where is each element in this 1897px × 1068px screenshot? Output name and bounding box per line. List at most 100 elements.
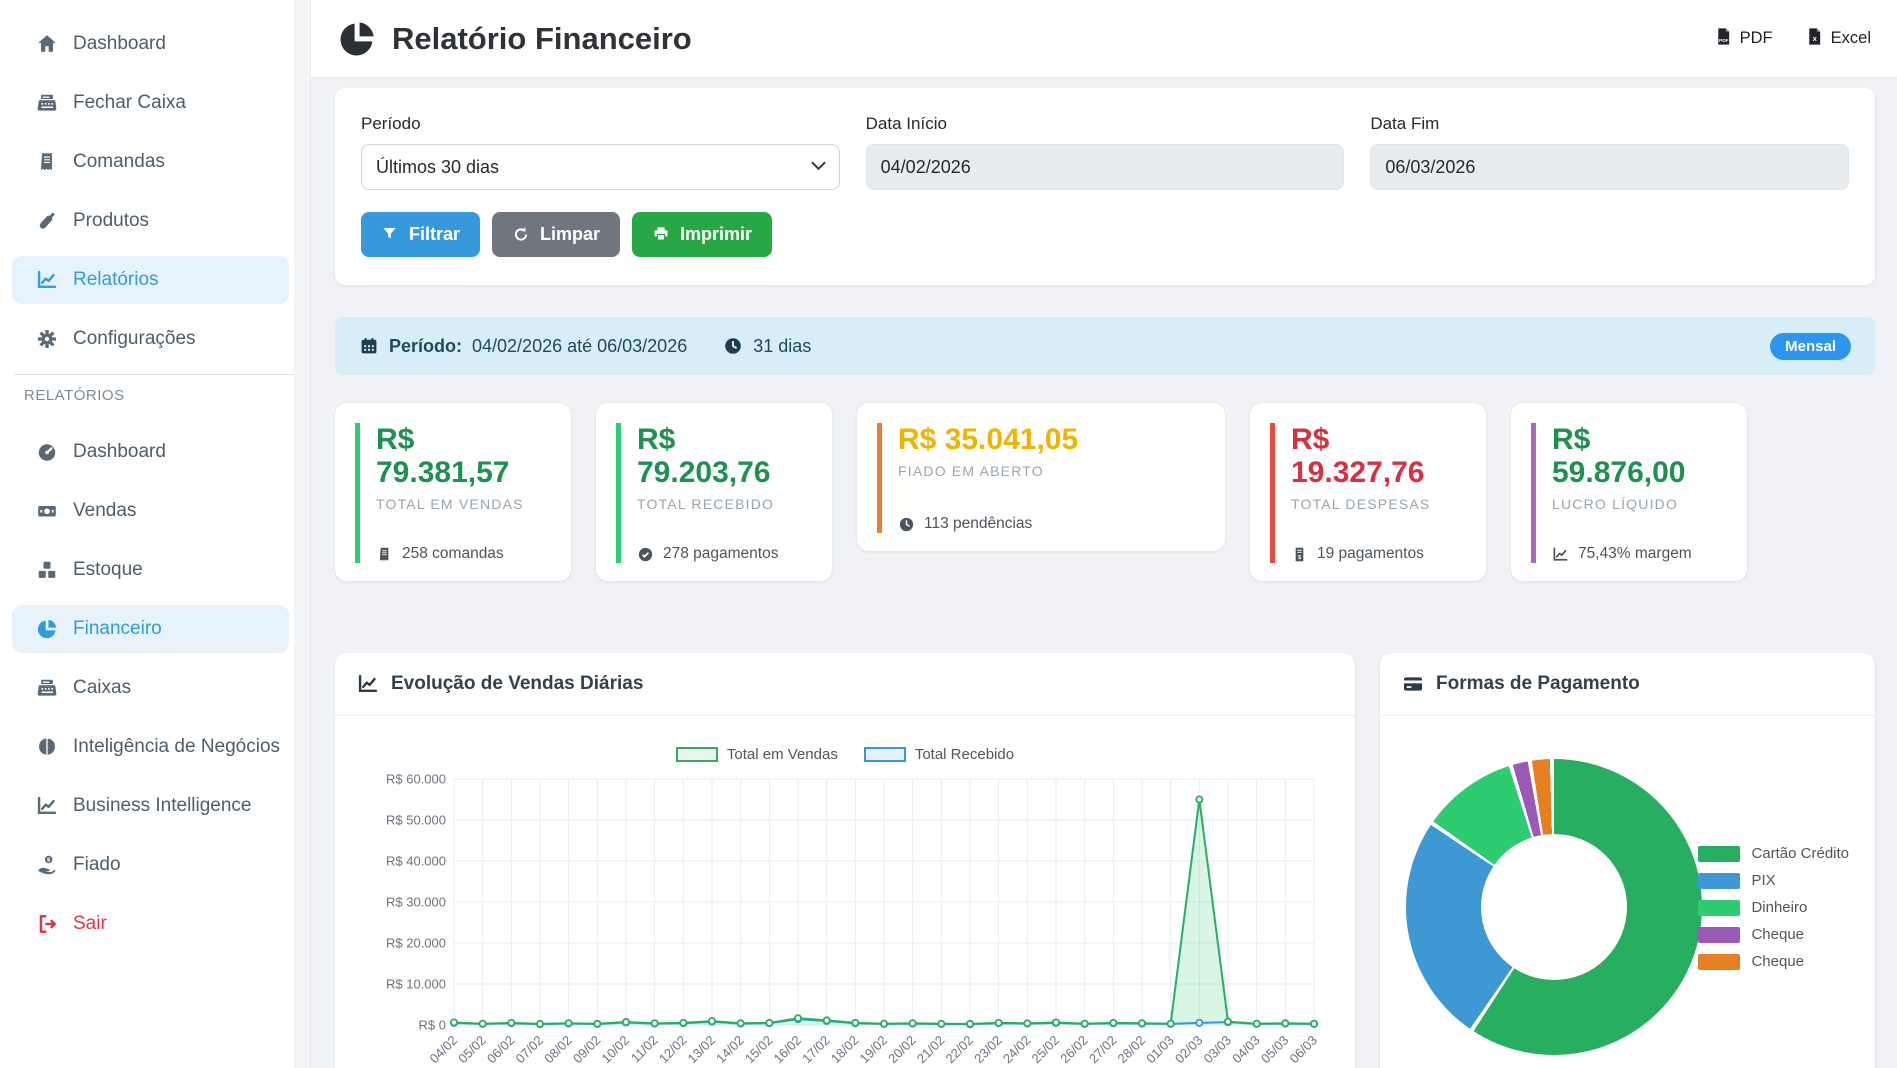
sidebar-item-label: Sair xyxy=(73,913,107,935)
calendar-icon xyxy=(359,336,379,356)
sidebar-section-title: RELATÓRIOS xyxy=(24,387,309,404)
legend-item: Cartão Crédito xyxy=(1698,845,1849,862)
stat-card-lucro-liquido: R$ 59.876,00 LUCRO LÍQUIDO 75,43% margem xyxy=(1511,403,1747,581)
stat-cards-row: R$ 79.381,57 TOTAL EM VENDAS 258 comanda… xyxy=(335,403,1875,581)
stat-value: R$ 35.041,05 xyxy=(898,423,1207,456)
svg-text:25/02: 25/02 xyxy=(1029,1033,1063,1067)
legend-item: Cheque xyxy=(1698,926,1849,943)
sidebar-item-produtos[interactable]: Produtos xyxy=(12,197,289,245)
stat-detail-text: 278 pagamentos xyxy=(663,545,778,563)
stat-value: R$ 59.876,00 xyxy=(1552,423,1729,489)
sidebar-item-report-dashboard[interactable]: Dashboard xyxy=(12,428,289,476)
filter-button[interactable]: Filtrar xyxy=(361,212,480,257)
credit-card-icon xyxy=(1402,673,1424,695)
sidebar-item-fiado[interactable]: $ Fiado xyxy=(12,841,289,889)
stat-card-fiado-aberto: R$ 35.041,05 FIADO EM ABERTO 113 pendênc… xyxy=(857,403,1225,551)
clear-button[interactable]: Limpar xyxy=(492,212,620,257)
legend-swatch xyxy=(1698,954,1740,970)
svg-text:06/02: 06/02 xyxy=(484,1033,518,1067)
charts-row: Evolução de Vendas Diárias Total em Vend… xyxy=(335,653,1875,1068)
bottle-icon xyxy=(36,210,58,232)
sidebar-divider xyxy=(14,374,295,375)
svg-text:24/02: 24/02 xyxy=(1000,1033,1034,1067)
legend-swatch-vendas xyxy=(676,747,718,762)
sidebar-item-vendas[interactable]: Vendas xyxy=(12,487,289,535)
sidebar-item-configuracoes[interactable]: Configurações xyxy=(12,315,289,363)
sidebar-item-label: Produtos xyxy=(73,210,149,232)
export-pdf-button[interactable]: PDF PDF xyxy=(1714,27,1773,51)
sidebar-item-business-intelligence[interactable]: Business Intelligence xyxy=(12,782,289,830)
sidebar-item-inteligencia[interactable]: Inteligência de Negócios xyxy=(12,723,289,771)
svg-text:11/02: 11/02 xyxy=(628,1033,661,1066)
sidebar-item-label: Estoque xyxy=(73,559,143,581)
svg-text:17/02: 17/02 xyxy=(799,1033,833,1067)
legend-swatch xyxy=(1698,846,1740,862)
cash-register-icon xyxy=(36,677,58,699)
sidebar-item-caixas[interactable]: Caixas xyxy=(12,664,289,712)
svg-text:R$ 30.000: R$ 30.000 xyxy=(386,895,446,910)
receipt-icon xyxy=(376,546,393,563)
period-label: Período xyxy=(361,114,840,134)
date-end-input[interactable] xyxy=(1370,144,1849,190)
sidebar-item-label: Vendas xyxy=(73,500,136,522)
sidebar-scrollbar[interactable] xyxy=(294,0,308,1068)
pie-chart-icon xyxy=(337,19,377,59)
sidebar-item-financeiro[interactable]: Financeiro xyxy=(12,605,289,653)
legend-label: Total Recebido xyxy=(915,746,1014,763)
date-end-field: Data Fim xyxy=(1370,114,1849,190)
stat-detail-text: 258 comandas xyxy=(402,545,504,563)
main-area: Relatório Financeiro PDF PDF x Excel Per… xyxy=(311,0,1897,1068)
svg-text:26/02: 26/02 xyxy=(1057,1033,1091,1067)
file-pdf-icon: PDF xyxy=(1714,27,1733,51)
filter-card: Período Últimos 30 dias Data Início Data… xyxy=(335,88,1875,285)
sidebar-item-label: Fechar Caixa xyxy=(73,92,186,114)
legend-label: PIX xyxy=(1751,872,1775,889)
sidebar-item-fechar-caixa[interactable]: Fechar Caixa xyxy=(12,79,289,127)
chart-line-icon xyxy=(36,795,58,817)
svg-text:03/03: 03/03 xyxy=(1201,1033,1235,1067)
svg-text:R$ 20.000: R$ 20.000 xyxy=(386,936,446,951)
svg-text:R$ 50.000: R$ 50.000 xyxy=(386,813,446,828)
legend-label: Total em Vendas xyxy=(727,746,838,763)
period-select[interactable]: Últimos 30 dias xyxy=(361,144,840,190)
sidebar-item-estoque[interactable]: Estoque xyxy=(12,546,289,594)
sidebar-item-sair[interactable]: Sair xyxy=(12,900,289,948)
stat-detail-text: 19 pagamentos xyxy=(1317,545,1424,563)
sales-evolution-card: Evolução de Vendas Diárias Total em Vend… xyxy=(335,653,1355,1068)
date-start-input[interactable] xyxy=(866,144,1345,190)
legend-swatch xyxy=(1698,873,1740,889)
clock-icon xyxy=(898,516,915,533)
svg-text:12/02: 12/02 xyxy=(656,1033,690,1067)
svg-text:21/02: 21/02 xyxy=(914,1033,948,1067)
sidebar-item-dashboard[interactable]: Dashboard xyxy=(12,20,289,68)
gauge-icon xyxy=(36,441,58,463)
chart-line-icon xyxy=(36,269,58,291)
pie-chart-icon xyxy=(36,618,58,640)
page-title: Relatório Financeiro xyxy=(392,21,692,57)
stat-label: LUCRO LÍQUIDO xyxy=(1552,496,1729,512)
legend-label: Cheque xyxy=(1751,926,1804,943)
sidebar-item-label: Configurações xyxy=(73,328,196,350)
sales-line-chart: R$ 0R$ 10.000R$ 20.000R$ 30.000R$ 40.000… xyxy=(362,771,1328,1068)
sidebar-item-label: Inteligência de Negócios xyxy=(73,736,280,758)
cash-register-icon xyxy=(36,92,58,114)
file-excel-icon: x xyxy=(1805,27,1824,51)
file-invoice-dollar-icon: $ xyxy=(1291,546,1308,563)
sidebar-item-comandas[interactable]: Comandas xyxy=(12,138,289,186)
legend-swatch xyxy=(1698,900,1740,916)
export-excel-button[interactable]: x Excel xyxy=(1805,27,1871,51)
legend-label: Cartão Crédito xyxy=(1751,845,1849,862)
sidebar-item-relatorios[interactable]: Relatórios xyxy=(12,256,289,304)
stat-detail-text: 113 pendências xyxy=(924,515,1032,533)
sales-chart-legend: Total em Vendas Total Recebido xyxy=(335,746,1355,763)
stat-value: R$ 79.381,57 xyxy=(376,423,553,489)
payment-legend: Cartão Crédito PIX Dinheiro Cheque xyxy=(1698,845,1849,970)
check-circle-icon xyxy=(637,546,654,563)
money-bill-icon xyxy=(36,500,58,522)
printer-icon xyxy=(652,225,671,244)
sidebar-item-label: Financeiro xyxy=(73,618,162,640)
svg-text:23/02: 23/02 xyxy=(971,1033,1005,1067)
print-button[interactable]: Imprimir xyxy=(632,212,772,257)
brain-icon xyxy=(36,736,58,758)
svg-text:R$ 60.000: R$ 60.000 xyxy=(386,772,446,787)
